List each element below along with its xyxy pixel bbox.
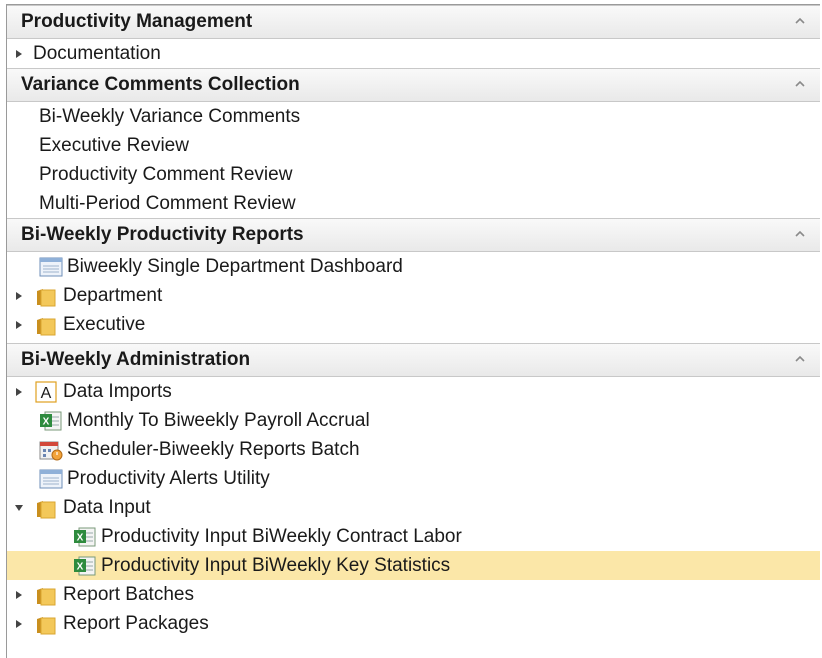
expand-arrow-icon[interactable] (11, 39, 27, 68)
expand-arrow-icon[interactable] (11, 377, 27, 406)
tree-item-label: Data Imports (63, 381, 172, 402)
tree-item-label: Productivity Input BiWeekly Key Statisti… (101, 555, 451, 576)
chevron-up-icon[interactable] (794, 353, 806, 365)
expand-arrow-icon[interactable] (11, 310, 27, 339)
expand-arrow-icon[interactable] (11, 281, 27, 310)
svg-text:A: A (41, 385, 52, 402)
section-header-variance-comments-collection[interactable]: Variance Comments Collection (7, 68, 820, 102)
collapse-arrow-icon[interactable] (11, 493, 27, 522)
dashboard-icon (39, 464, 67, 493)
letter-a-icon: A (35, 377, 63, 406)
folder-icon (35, 493, 63, 522)
tree-item-label: Monthly To Biweekly Payroll Accrual (67, 410, 370, 431)
svg-text:X: X (77, 532, 84, 543)
tree-item-label: Productivity Alerts Utility (67, 468, 270, 489)
tree-folder-data-imports[interactable]: A Data Imports (7, 377, 820, 406)
tree-item-executive-review[interactable]: Executive Review (7, 131, 820, 160)
tree-folder-executive[interactable]: Executive (7, 310, 820, 339)
chevron-up-icon[interactable] (794, 78, 806, 90)
section-header-productivity-management[interactable]: Productivity Management (7, 5, 820, 39)
tree-item-label: Data Input (63, 497, 151, 518)
dashboard-icon (39, 252, 67, 281)
tree-item-biweekly-single-department-dashboard[interactable]: Biweekly Single Department Dashboard (7, 252, 820, 281)
tree-item-label: Multi-Period Comment Review (39, 193, 296, 214)
section-title: Variance Comments Collection (21, 74, 300, 95)
tree-item-label: Documentation (33, 43, 161, 64)
tree-item-scheduler-biweekly-reports-batch[interactable]: Scheduler-Biweekly Reports Batch (7, 435, 820, 464)
section-header-bi-weekly-administration[interactable]: Bi-Weekly Administration (7, 343, 820, 377)
tree-item-label: Scheduler-Biweekly Reports Batch (67, 439, 360, 460)
scheduler-icon (39, 435, 67, 464)
tree-item-productivity-comment-review[interactable]: Productivity Comment Review (7, 160, 820, 189)
tree-folder-data-input[interactable]: Data Input (7, 493, 820, 522)
folder-icon (35, 609, 63, 638)
chevron-up-icon[interactable] (794, 228, 806, 240)
tree-folder-department[interactable]: Department (7, 281, 820, 310)
tree-item-label: Report Batches (63, 584, 194, 605)
tree-item-multi-period-comment-review[interactable]: Multi-Period Comment Review (7, 189, 820, 218)
tree-item-label: Bi-Weekly Variance Comments (39, 106, 301, 127)
folder-icon (35, 580, 63, 609)
folder-icon (35, 310, 63, 339)
excel-icon: X (73, 522, 101, 551)
tree-item-bi-weekly-variance-comments[interactable]: Bi-Weekly Variance Comments (7, 102, 820, 131)
excel-icon: X (73, 551, 101, 580)
tree-item-monthly-to-biweekly-payroll-accrual[interactable]: X Monthly To Biweekly Payroll Accrual (7, 406, 820, 435)
section-header-bi-weekly-productivity-reports[interactable]: Bi-Weekly Productivity Reports (7, 218, 820, 252)
tree-item-productivity-input-biweekly-contract-labor[interactable]: X Productivity Input BiWeekly Contract L… (7, 522, 820, 551)
tree-item-label: Productivity Comment Review (39, 164, 293, 185)
svg-text:X: X (77, 561, 84, 572)
tree-item-label: Report Packages (63, 613, 209, 634)
section-title: Bi-Weekly Productivity Reports (21, 224, 304, 245)
tree-item-label: Biweekly Single Department Dashboard (67, 256, 403, 277)
section-title: Bi-Weekly Administration (21, 349, 251, 370)
tree-item-productivity-input-biweekly-key-statistics[interactable]: X Productivity Input BiWeekly Key Statis… (7, 551, 820, 580)
tree-item-label: Productivity Input BiWeekly Contract Lab… (101, 526, 462, 547)
tree-item-label: Executive Review (39, 135, 189, 156)
tree-item-productivity-alerts-utility[interactable]: Productivity Alerts Utility (7, 464, 820, 493)
tree-item-documentation[interactable]: Documentation (7, 39, 820, 68)
chevron-up-icon[interactable] (794, 15, 806, 27)
tree-folder-report-batches[interactable]: Report Batches (7, 580, 820, 609)
excel-icon: X (39, 406, 67, 435)
tree-item-label: Department (63, 285, 163, 306)
folder-icon (35, 281, 63, 310)
svg-text:X: X (43, 416, 50, 427)
tree-item-label: Executive (63, 314, 146, 335)
tree-folder-report-packages[interactable]: Report Packages (7, 609, 820, 638)
navigation-pane: Productivity Management Documentation Va… (6, 4, 820, 658)
expand-arrow-icon[interactable] (11, 609, 27, 638)
section-title: Productivity Management (21, 11, 253, 32)
expand-arrow-icon[interactable] (11, 580, 27, 609)
